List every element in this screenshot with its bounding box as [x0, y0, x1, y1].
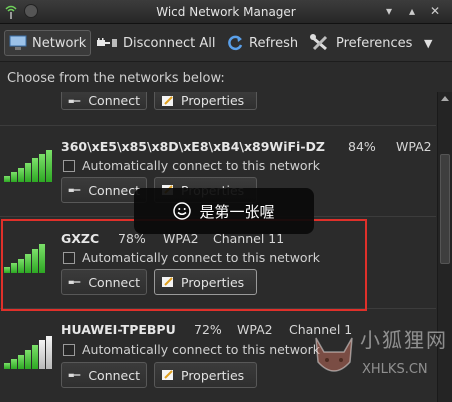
chevron-down-icon: ▼ — [424, 36, 433, 50]
title-bar[interactable]: Wicd Network Manager ▾ ▴ ✕ — [0, 0, 452, 24]
smiley-icon — [173, 202, 192, 220]
watermark-text: 小狐狸网 — [360, 328, 448, 352]
network-encryption: WPA2 — [237, 322, 273, 337]
checkbox[interactable] — [63, 343, 75, 356]
properties-button[interactable]: Properties — [154, 92, 257, 110]
network-encryption: WPA2 — [396, 139, 432, 154]
plug-icon — [68, 99, 81, 103]
properties-button[interactable]: Properties — [154, 362, 257, 388]
connect-button[interactable]: Connect — [61, 92, 147, 110]
disconnect-all-button[interactable]: Disconnect All — [92, 30, 219, 56]
auto-connect-checkbox[interactable]: Automatically connect to this network — [63, 158, 320, 173]
properties-icon — [162, 370, 173, 380]
refresh-icon — [228, 35, 243, 51]
network-list-heading: Choose from the networks below: — [7, 71, 225, 86]
watermark-url: XHLKS.CN — [362, 362, 428, 377]
network-ssid: 360\xE5\x85\x8D\xE8\xB4\x89WiFi-DZ — [61, 139, 325, 154]
preferences-button[interactable]: Preferences — [305, 30, 416, 56]
separator — [0, 125, 436, 126]
network-quality: 84% — [348, 139, 376, 154]
toast-text: 是第一张喔 — [199, 202, 275, 221]
connect-button[interactable]: Connect — [61, 362, 147, 388]
toolbar-overflow-button[interactable]: ▼ — [420, 30, 436, 56]
tools-icon — [310, 34, 328, 51]
preferences-label: Preferences — [336, 35, 413, 51]
watermark: 小狐狸网 XHLKS.CN — [310, 322, 450, 400]
auto-connect-checkbox[interactable]: Automatically connect to this network — [63, 342, 320, 357]
network-label: Network — [32, 35, 87, 51]
plug-icon — [97, 38, 117, 47]
scrollbar-thumb[interactable] — [440, 154, 450, 264]
checkbox[interactable] — [63, 159, 75, 172]
signal-strength-icon — [4, 336, 52, 369]
toast-notification: 是第一张喔 — [134, 188, 314, 234]
plug-icon — [68, 188, 81, 192]
toolbar: Network Disconnect All Refresh Preferenc… — [0, 24, 452, 62]
scroll-up-icon[interactable] — [441, 96, 449, 101]
network-button[interactable]: Network — [4, 30, 92, 56]
network-quality: 72% — [194, 322, 222, 337]
properties-icon — [162, 95, 173, 106]
network-icon — [9, 35, 27, 50]
fox-logo-icon — [315, 337, 353, 372]
disconnect-all-label: Disconnect All — [123, 35, 216, 51]
refresh-label: Refresh — [249, 35, 299, 51]
minimize-icon[interactable]: ▾ — [381, 3, 397, 19]
maximize-icon[interactable]: ▴ — [404, 3, 420, 19]
refresh-button[interactable]: Refresh — [222, 30, 302, 56]
close-icon[interactable]: ✕ — [427, 3, 443, 19]
signal-strength-icon — [4, 150, 52, 182]
plug-icon — [68, 373, 81, 377]
network-ssid: HUAWEI-TPEBPU — [61, 322, 176, 337]
